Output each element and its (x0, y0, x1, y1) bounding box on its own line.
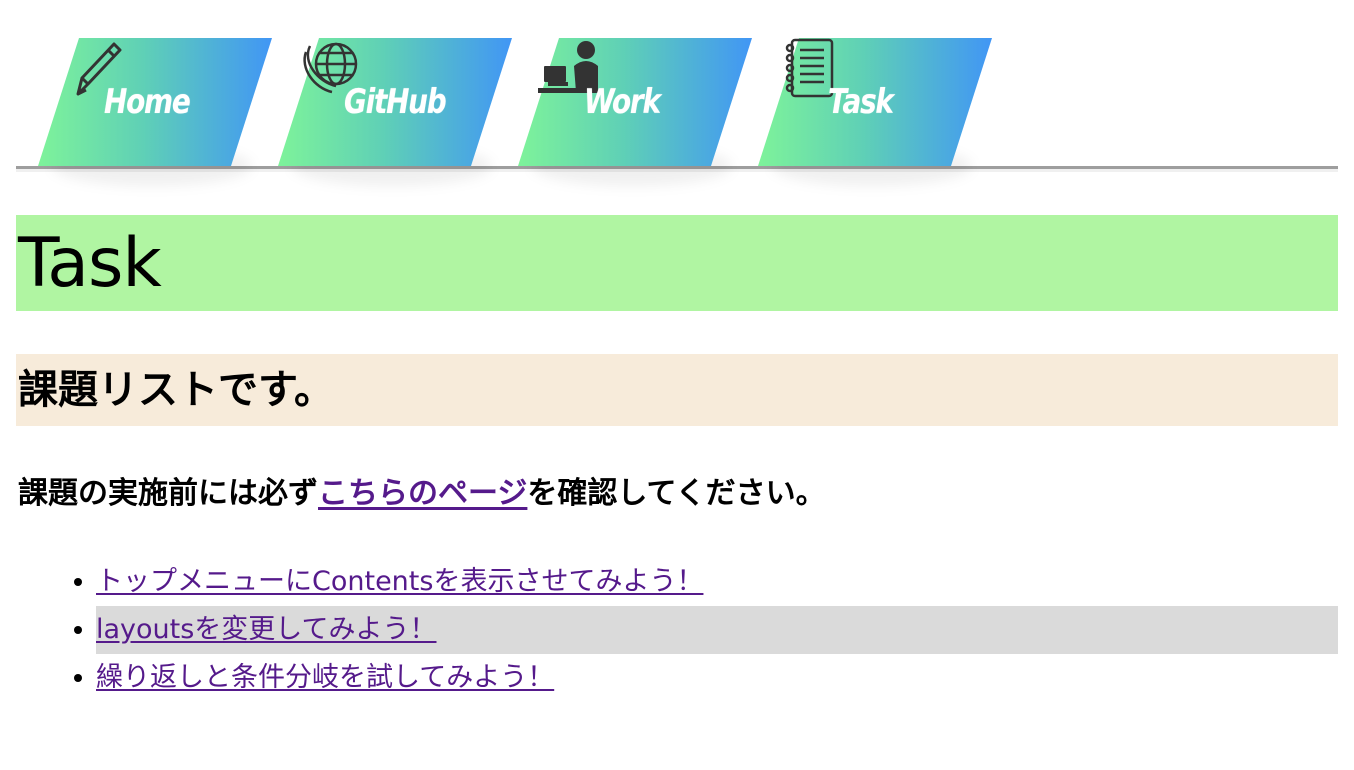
tab-task-label: Task (828, 82, 894, 122)
task-link[interactable]: トップメニューにContentsを表示させてみよう！ (96, 562, 703, 602)
notice-text: 課題の実施前には必ずこちらのページを確認してください。 (18, 470, 826, 518)
task-link[interactable]: 繰り返しと条件分岐を試してみよう！ (96, 658, 554, 698)
list-item: layoutsを変更してみよう！ (74, 606, 1338, 654)
task-list: トップメニューにContentsを表示させてみよう！ layoutsを変更してみ… (0, 558, 1338, 702)
page-title-bar: Task (16, 215, 1338, 311)
tab-home[interactable]: Home (38, 38, 272, 186)
tab-github-label: GitHub (344, 82, 447, 122)
task-link[interactable]: layoutsを変更してみよう！ (96, 610, 437, 650)
page-subtitle-bar: 課題リストです。 (16, 354, 1338, 426)
tab-work[interactable]: Work (518, 38, 752, 186)
tab-work-label: Work (584, 82, 661, 122)
page-subtitle: 課題リストです。 (18, 367, 334, 413)
tab-github[interactable]: GitHub (278, 38, 512, 186)
bullet (74, 578, 82, 586)
notice-before: 課題の実施前には必ず (18, 476, 318, 511)
notice-after: を確認してください。 (527, 476, 826, 511)
tab-task[interactable]: Task (758, 38, 992, 186)
bullet (74, 674, 82, 682)
page: Home GitHub Work Task Task 課題リストです。 課題の実… (0, 0, 1354, 770)
page-title: Task (18, 224, 162, 303)
notice-link[interactable]: こちらのページ (318, 476, 527, 511)
list-item: トップメニューにContentsを表示させてみよう！ (74, 558, 1338, 606)
list-item: 繰り返しと条件分岐を試してみよう！ (74, 654, 1338, 702)
top-nav: Home GitHub Work Task (16, 38, 1338, 186)
bullet (74, 626, 82, 634)
tab-home-label: Home (104, 82, 191, 122)
